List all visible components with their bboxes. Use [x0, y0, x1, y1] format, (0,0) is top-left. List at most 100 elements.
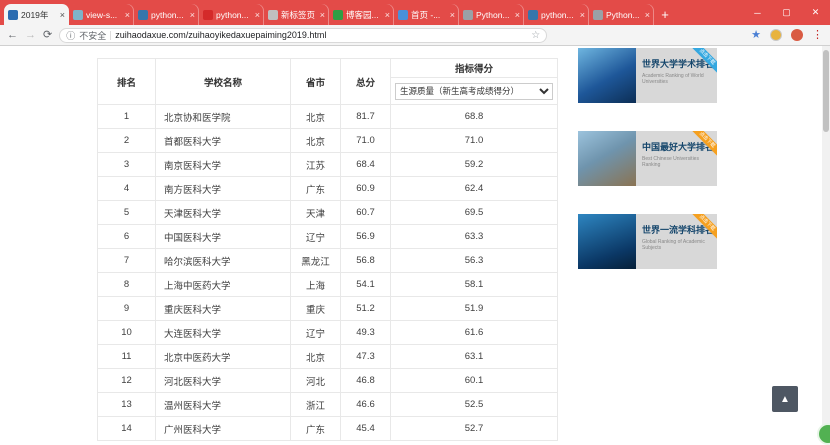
table-row: 11 北京中医药大学 北京 47.3 63.1	[97, 344, 558, 369]
header-name: 学校名称	[155, 58, 291, 105]
tab-close-icon[interactable]: ×	[255, 10, 260, 20]
profile-avatar[interactable]	[770, 29, 782, 41]
cell-rank: 6	[97, 224, 156, 249]
banner-ribbon[interactable]: 点击下载	[689, 48, 717, 76]
table-row: 1 北京协和医学院 北京 81.7 68.8	[97, 104, 558, 129]
browser-tab[interactable]: 博客园... ×	[329, 4, 394, 25]
maximize-button[interactable]: ▢	[772, 0, 801, 25]
tab-close-icon[interactable]: ×	[645, 10, 650, 20]
cell-score: 46.8	[340, 368, 391, 393]
address-bar[interactable]: ⓘ 不安全 zuihaodaxue.com/zuihaoyikedaxuepai…	[59, 27, 548, 43]
close-button[interactable]: ✕	[801, 0, 830, 25]
promo-banner[interactable]: 世界一流学科排名 Global Ranking of Academic Subj…	[578, 214, 717, 269]
tab-favicon	[73, 9, 83, 20]
cell-rank: 4	[97, 176, 156, 201]
extension-avatar-icon[interactable]	[791, 29, 803, 41]
cell-indicator: 52.5	[390, 392, 558, 417]
tab-close-icon[interactable]: ×	[580, 10, 585, 20]
cell-name: 河北医科大学	[155, 368, 291, 393]
browser-tab[interactable]: python... ×	[199, 4, 264, 25]
browser-tab[interactable]: python... ×	[524, 4, 589, 25]
tab-title: Python...	[606, 9, 640, 20]
tab-title: python...	[541, 9, 574, 20]
cell-province: 河北	[290, 368, 341, 393]
ranking-table-head: 排名 学校名称 省市 总分 指标得分 生源质量（新生高考成绩得分）	[97, 58, 558, 105]
indicator-select[interactable]: 生源质量（新生高考成绩得分）	[395, 82, 553, 100]
table-row: 13 温州医科大学 浙江 46.6 52.5	[97, 392, 558, 417]
browser-menu-icon[interactable]: ⋮	[812, 29, 823, 41]
cell-rank: 12	[97, 368, 156, 393]
cell-indicator: 51.9	[390, 296, 558, 321]
cell-score: 47.3	[340, 344, 391, 369]
banner-ribbon[interactable]: 点击下载	[689, 131, 717, 159]
tab-close-icon[interactable]: ×	[515, 10, 520, 20]
scrollbar-thumb[interactable]	[823, 50, 829, 132]
cell-name: 广州医科大学	[155, 416, 291, 441]
info-icon[interactable]: ⓘ	[66, 29, 75, 42]
back-icon[interactable]: ←	[7, 29, 18, 41]
browser-tab[interactable]: 2019年 ×	[4, 4, 69, 25]
tab-favicon	[138, 9, 148, 20]
banner-image	[578, 48, 636, 103]
browser-tab[interactable]: Python... ×	[589, 4, 654, 25]
cell-rank: 9	[97, 296, 156, 321]
cell-score: 71.0	[340, 128, 391, 153]
cell-score: 81.7	[340, 104, 391, 129]
tab-title: view-s...	[86, 9, 118, 20]
page-scrollbar[interactable]	[822, 46, 830, 441]
tab-strip: 2019年 × view-s... × python... × python..…	[4, 0, 654, 25]
ranking-table: 排名 学校名称 省市 总分 指标得分 生源质量（新生高考成绩得分） 1 北京协和…	[97, 58, 558, 441]
cell-score: 49.3	[340, 320, 391, 345]
cell-indicator: 60.1	[390, 368, 558, 393]
cell-indicator: 58.1	[390, 272, 558, 297]
table-row: 9 重庆医科大学 重庆 51.2 51.9	[97, 296, 558, 321]
tab-close-icon[interactable]: ×	[320, 10, 325, 20]
table-row: 6 中国医科大学 辽宁 56.9 63.3	[97, 224, 558, 249]
browser-tab[interactable]: view-s... ×	[69, 4, 134, 25]
browser-tab[interactable]: Python... ×	[459, 4, 524, 25]
cell-province: 上海	[290, 272, 341, 297]
tab-close-icon[interactable]: ×	[450, 10, 455, 20]
indicator-select-cell: 生源质量（新生高考成绩得分）	[390, 77, 558, 105]
cell-rank: 7	[97, 248, 156, 273]
cell-rank: 8	[97, 272, 156, 297]
tab-close-icon[interactable]: ×	[125, 10, 130, 20]
cell-rank: 3	[97, 152, 156, 177]
cell-province: 广东	[290, 176, 341, 201]
tab-close-icon[interactable]: ×	[60, 10, 65, 20]
minimize-button[interactable]: ─	[743, 0, 772, 25]
cell-name: 重庆医科大学	[155, 296, 291, 321]
tab-favicon	[593, 9, 603, 20]
refresh-icon[interactable]: ⟳	[43, 29, 52, 41]
cell-indicator: 71.0	[390, 128, 558, 153]
table-row: 5 天津医科大学 天津 60.7 69.5	[97, 200, 558, 225]
new-tab-button[interactable]: +	[654, 4, 676, 24]
browser-tab[interactable]: 首页 -... ×	[394, 4, 459, 25]
back-to-top-button[interactable]: ▲	[772, 386, 798, 412]
url-text[interactable]: zuihaodaxue.com/zuihaoyikedaxuepaiming20…	[115, 30, 527, 40]
cell-indicator: 61.6	[390, 320, 558, 345]
cell-name: 哈尔滨医科大学	[155, 248, 291, 273]
cell-indicator: 63.3	[390, 224, 558, 249]
extension-icon[interactable]: ★	[751, 29, 761, 41]
tab-close-icon[interactable]: ×	[190, 10, 195, 20]
bookmark-star-icon[interactable]: ☆	[531, 30, 540, 41]
security-label: 不安全	[79, 30, 107, 41]
cell-rank: 2	[97, 128, 156, 153]
cell-name: 天津医科大学	[155, 200, 291, 225]
banner-ribbon[interactable]: 点击下载	[689, 214, 717, 242]
promo-banner[interactable]: 中国最好大学排名 Best Chinese Universities Ranki…	[578, 131, 717, 186]
header-province: 省市	[290, 58, 341, 105]
forward-icon[interactable]: →	[25, 29, 36, 41]
cell-indicator: 52.7	[390, 416, 558, 441]
cell-rank: 5	[97, 200, 156, 225]
browser-tab[interactable]: 新标签页 ×	[264, 4, 329, 25]
tab-favicon	[528, 9, 538, 20]
ribbon-wrap: 点击下载	[689, 131, 717, 159]
promo-banner[interactable]: 世界大学学术排名 Academic Ranking of World Unive…	[578, 48, 717, 103]
tab-close-icon[interactable]: ×	[385, 10, 390, 20]
tab-favicon	[463, 9, 473, 20]
chat-service-icon[interactable]	[817, 423, 830, 445]
cell-score: 46.6	[340, 392, 391, 417]
browser-tab[interactable]: python... ×	[134, 4, 199, 25]
